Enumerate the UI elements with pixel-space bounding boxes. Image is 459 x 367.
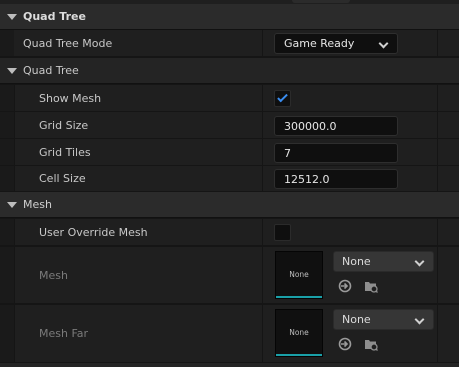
- group-quad-tree[interactable]: Quad Tree: [0, 58, 459, 84]
- mesh-asset-picker[interactable]: None: [333, 251, 434, 272]
- property-label: Mesh: [39, 268, 68, 282]
- row-indent: [0, 247, 14, 303]
- column-divider: [262, 112, 263, 138]
- column-divider: [262, 305, 263, 362]
- chevron-down-icon: [414, 256, 425, 267]
- grid-size-input[interactable]: 300000.0: [274, 116, 398, 136]
- thumbnail-type-bar: [276, 354, 322, 356]
- top-partial-field: [292, 0, 350, 3]
- property-row-user-override-mesh: User Override Mesh: [0, 219, 459, 246]
- indent-divider: [14, 166, 15, 191]
- row-indent: [0, 219, 14, 245]
- collapse-arrow-icon[interactable]: [7, 68, 17, 74]
- category-mesh[interactable]: Mesh: [0, 192, 459, 218]
- mesh-far-asset-picker[interactable]: None: [333, 309, 434, 330]
- column-divider-right: [437, 85, 438, 111]
- row-indent: [0, 85, 14, 111]
- property-label: User Override Mesh: [39, 225, 148, 239]
- collapse-arrow-icon[interactable]: [7, 202, 17, 208]
- property-row-cell-size: Cell Size 12512.0: [0, 166, 459, 192]
- thumbnail-label: None: [289, 328, 309, 337]
- use-selected-icon[interactable]: [338, 279, 352, 293]
- indent-divider: [14, 112, 15, 138]
- property-label: Quad Tree Mode: [23, 36, 113, 50]
- column-divider-right: [437, 305, 438, 362]
- asset-picker-value: None: [342, 255, 371, 268]
- property-row-grid-size: Grid Size 300000.0: [0, 112, 459, 139]
- column-divider: [262, 166, 263, 191]
- property-label: Grid Tiles: [39, 145, 91, 159]
- column-divider-right: [437, 112, 438, 138]
- column-divider-right: [437, 247, 438, 303]
- grid-tiles-input[interactable]: 7: [274, 143, 398, 163]
- quad-tree-mode-dropdown[interactable]: Game Ready: [274, 33, 398, 54]
- property-label: Mesh Far: [39, 327, 89, 340]
- row-indent: [0, 305, 14, 362]
- row-indent: [0, 166, 14, 191]
- category-quad-tree[interactable]: Quad Tree: [0, 4, 459, 30]
- checkmark-icon: [277, 91, 288, 103]
- mesh-far-thumbnail[interactable]: None: [275, 309, 323, 357]
- property-label: Grid Size: [39, 118, 89, 132]
- category-title: Quad Tree: [23, 10, 86, 23]
- column-divider-right: [437, 219, 438, 245]
- browse-asset-icon[interactable]: [364, 337, 378, 351]
- column-divider-right: [437, 139, 438, 165]
- use-selected-icon[interactable]: [338, 337, 352, 351]
- property-label: Cell Size: [39, 172, 86, 185]
- browse-asset-icon[interactable]: [364, 279, 378, 293]
- column-divider: [262, 85, 263, 111]
- user-override-mesh-checkbox[interactable]: [274, 224, 291, 241]
- indent-divider: [14, 247, 15, 303]
- row-indent: [0, 112, 14, 138]
- property-row-grid-tiles: Grid Tiles 7: [0, 139, 459, 166]
- column-divider-right: [437, 166, 438, 191]
- property-row-mesh-far: Mesh Far None None: [0, 305, 459, 363]
- row-indent: [0, 30, 14, 56]
- indent-divider: [14, 305, 15, 362]
- cell-size-input[interactable]: 12512.0: [274, 169, 398, 189]
- collapse-arrow-icon[interactable]: [7, 14, 17, 20]
- property-row-show-mesh: Show Mesh: [0, 85, 459, 112]
- property-label: Show Mesh: [39, 91, 102, 105]
- property-row-quad-tree-mode: Quad Tree Mode Game Ready: [0, 30, 459, 57]
- property-row-mesh: Mesh None None: [0, 247, 459, 304]
- asset-picker-value: None: [342, 313, 371, 326]
- column-divider: [262, 247, 263, 303]
- mesh-thumbnail[interactable]: None: [275, 251, 323, 299]
- dropdown-value: Game Ready: [284, 37, 355, 50]
- thumbnail-label: None: [289, 270, 309, 279]
- column-divider: [262, 30, 263, 56]
- indent-divider: [14, 139, 15, 165]
- group-title: Quad Tree: [23, 64, 79, 77]
- row-indent: [0, 139, 14, 165]
- column-divider: [262, 219, 263, 245]
- category-title: Mesh: [23, 198, 52, 211]
- column-divider-right: [437, 30, 438, 56]
- indent-divider: [14, 85, 15, 111]
- chevron-down-icon: [414, 314, 425, 325]
- column-divider: [262, 139, 263, 165]
- chevron-down-icon: [378, 38, 389, 49]
- show-mesh-checkbox[interactable]: [274, 90, 291, 107]
- thumbnail-type-bar: [276, 296, 322, 298]
- indent-divider: [14, 219, 15, 245]
- bottom-strip: [0, 363, 459, 367]
